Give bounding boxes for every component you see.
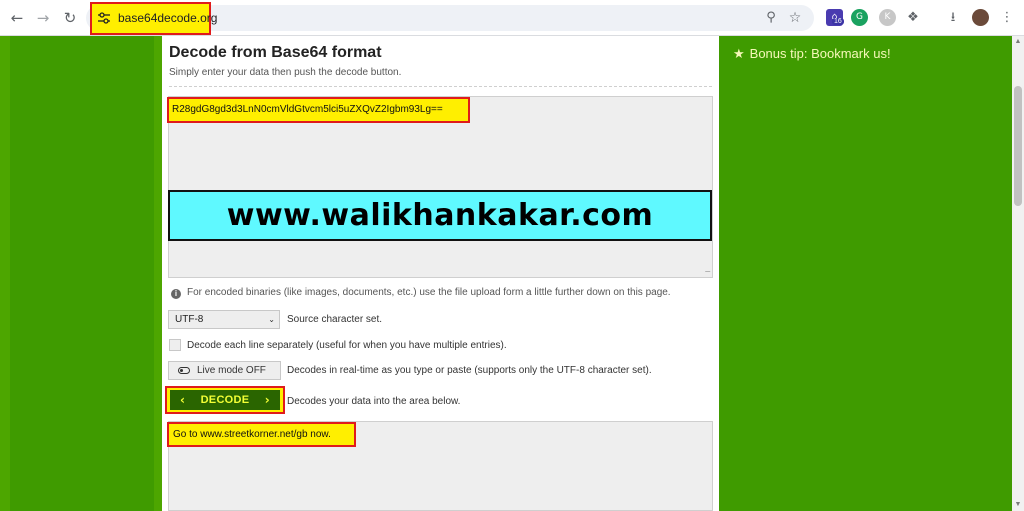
extensions-icon[interactable]: ❖ [904,9,922,27]
encoded-input-textarea[interactable]: − [168,96,713,278]
star-icon: ★ [733,47,745,62]
page-subtitle: Simply enter your data then push the dec… [169,67,402,78]
page-title: Decode from Base64 format [169,44,382,61]
charset-select[interactable]: UTF-8 ⌄ [168,310,280,329]
chevron-left-icon: ‹ [180,393,186,407]
bonus-tip: ★ Bonus tip: Bookmark us! [733,46,891,62]
binary-info-note: i For encoded binaries (like images, docu… [171,287,671,299]
live-mode-button[interactable]: Live mode OFF [168,361,281,380]
chevron-down-icon: ⌄ [268,315,275,324]
k-extension-icon[interactable]: K [879,9,896,26]
decode-lines-label: Decode each line separately (useful for … [187,340,507,351]
decoded-output-value: Go to www.streetkorner.net/gb now. [167,422,356,447]
decode-description: Decodes your data into the area below. [287,396,461,407]
page-scrollbar[interactable]: ▲ ▼ [1012,36,1024,511]
divider [169,86,712,87]
zoom-icon[interactable]: ⚲ [762,9,780,27]
resize-grip-icon[interactable]: − [703,268,711,276]
forward-arrow-icon[interactable]: → [33,8,53,28]
reload-icon[interactable]: ↻ [60,8,80,28]
scroll-up-icon[interactable]: ▲ [1014,38,1022,46]
scroll-down-icon[interactable]: ▼ [1014,501,1022,509]
decode-button[interactable]: ‹ DECODE › [170,390,280,410]
star-icon[interactable]: ☆ [786,9,804,27]
profile-avatar-icon[interactable] [972,9,989,26]
charset-label: Source character set. [287,314,383,325]
chevron-right-icon: › [264,393,270,407]
right-sidebar [719,36,1012,511]
back-arrow-icon[interactable]: ← [7,8,27,28]
toggle-icon [178,367,190,374]
info-icon: i [171,289,181,299]
scroll-thumb[interactable] [1014,86,1022,206]
live-mode-description: Decodes in real-time as you type or past… [287,365,652,376]
url-text[interactable]: base64decode.org [118,11,217,25]
watermark-banner: www.walikhankakar.com [168,190,712,241]
encoded-input-value: R28gdG8gd3d3LnN0cmVldGtvcm5lci5uZXQvZ2Ig… [167,97,470,123]
decode-lines-checkbox[interactable] [169,339,181,351]
left-background-pattern [0,36,162,511]
grammarly-extension-icon[interactable]: G [851,9,868,26]
extension-badge: 16 [832,18,844,25]
site-settings-icon[interactable] [97,11,111,25]
download-icon[interactable]: ⭳ [944,9,962,27]
browser-toolbar: ← → ↻ base64decode.org ⚲ ☆ ⌂ 16 G K ❖ ⭳ … [0,0,1024,36]
menu-dots-icon[interactable]: ⋮ [998,9,1016,27]
